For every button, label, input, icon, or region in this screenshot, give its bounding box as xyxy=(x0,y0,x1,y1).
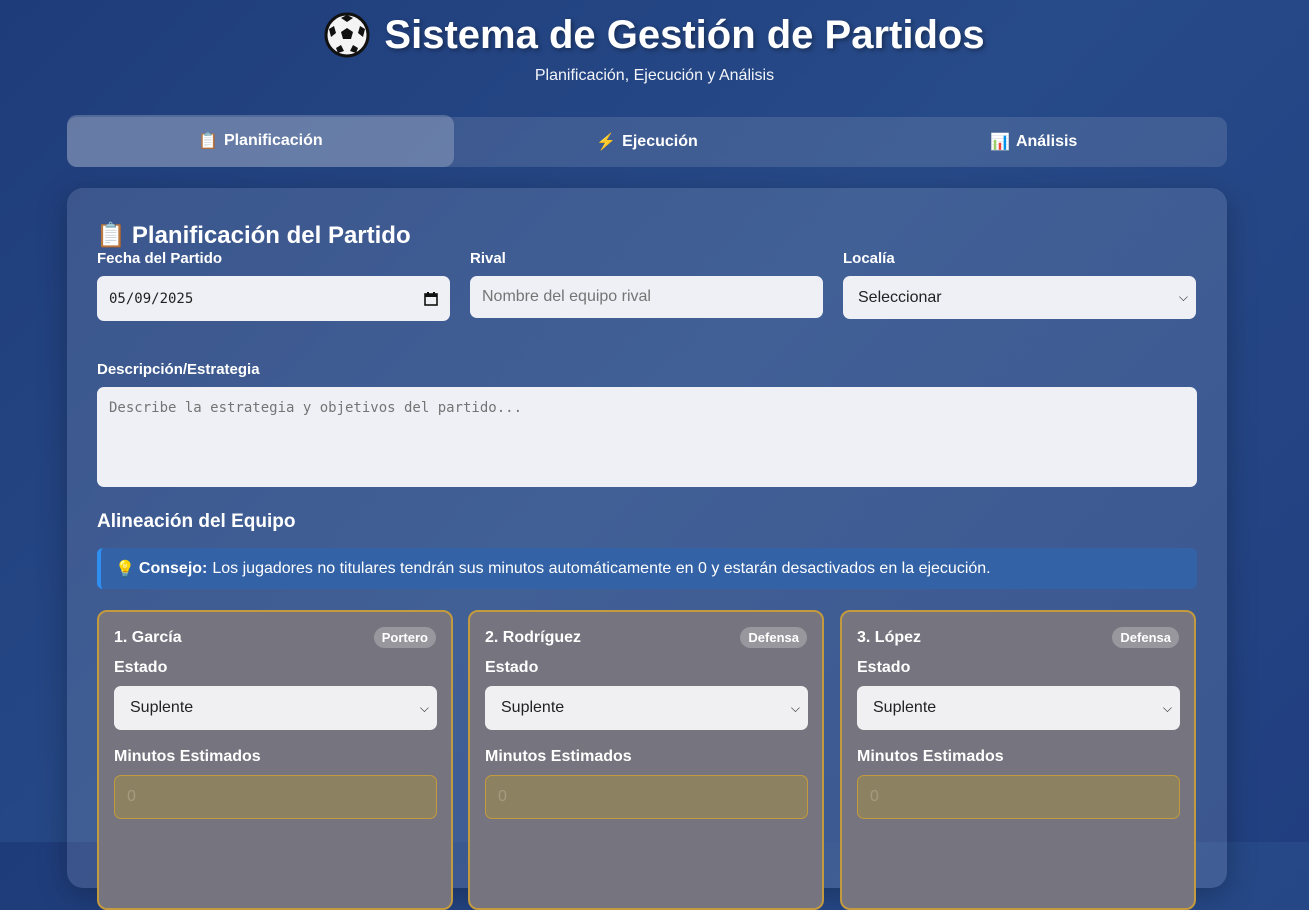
player-card: 3. López Defensa Estado Suplente ⌵ Minut… xyxy=(840,610,1196,910)
calendar-icon[interactable] xyxy=(424,291,438,306)
page-title: Sistema de Gestión de Partidos xyxy=(0,8,1309,62)
chevron-down-icon: ⌵ xyxy=(790,700,800,715)
date-input[interactable]: 05/09/2025 xyxy=(97,276,450,321)
planning-panel: 📋 Planificación del Partido Fecha del Pa… xyxy=(67,188,1227,910)
locality-value: Seleccionar xyxy=(858,288,942,306)
minutes-value: 0 xyxy=(870,788,879,805)
minutes-value: 0 xyxy=(127,788,136,805)
rival-input[interactable]: Nombre del equipo rival xyxy=(470,276,823,318)
panel-title-text: Planificación del Partido xyxy=(131,221,411,249)
date-value: 05/09/2025 xyxy=(109,290,194,307)
tip-banner: 💡 Consejo: Los jugadores no titulares te… xyxy=(97,548,1197,589)
player-name: 3. López xyxy=(857,629,922,646)
player-card: 1. García Portero Estado Suplente ⌵ Minu… xyxy=(97,610,453,910)
chevron-down-icon: ⌵ xyxy=(419,700,429,715)
chevron-down-icon: ⌵ xyxy=(1178,290,1188,304)
estado-label: Estado xyxy=(114,659,168,676)
clipboard-icon: 📋 xyxy=(198,133,218,150)
soccer-ball-icon xyxy=(324,12,370,58)
description-label: Descripción/Estrategia xyxy=(97,361,260,378)
tip-bold: Consejo: xyxy=(138,559,208,577)
player-name: 2. Rodríguez xyxy=(485,629,582,646)
chart-icon: 📊 xyxy=(990,134,1010,151)
estado-select[interactable]: Suplente ⌵ xyxy=(114,686,437,730)
player-card: 2. Rodríguez Defensa Estado Suplente ⌵ M… xyxy=(468,610,824,910)
player-name: 1. García xyxy=(114,629,182,646)
main-tabs: 📋 Planificación ⚡ Ejecución 📊 Análisis xyxy=(67,115,1227,167)
estado-value: Suplente xyxy=(873,699,937,716)
position-badge: Defensa xyxy=(740,627,807,648)
rival-placeholder: Nombre del equipo rival xyxy=(482,288,651,305)
minutes-value: 0 xyxy=(498,788,507,805)
tab-ejecucion[interactable]: ⚡ Ejecución xyxy=(454,117,841,167)
date-label: Fecha del Partido xyxy=(97,250,223,267)
minutes-label: Minutos Estimados xyxy=(485,748,632,765)
estado-select[interactable]: Suplente ⌵ xyxy=(485,686,808,730)
position-badge: Defensa xyxy=(1112,627,1179,648)
estado-select[interactable]: Suplente ⌵ xyxy=(857,686,1180,730)
lightning-icon: ⚡ xyxy=(596,134,617,151)
description-placeholder: Describe la estrategia y objetivos del p… xyxy=(109,400,523,416)
description-textarea[interactable]: Describe la estrategia y objetivos del p… xyxy=(97,387,1197,487)
minutes-input[interactable]: 0 xyxy=(485,775,808,819)
estado-label: Estado xyxy=(857,659,911,676)
tab-planificacion[interactable]: 📋 Planificación xyxy=(67,115,454,167)
panel-title: 📋 Planificación del Partido xyxy=(96,221,411,250)
title-text: Sistema de Gestión de Partidos xyxy=(384,13,985,57)
chevron-down-icon: ⌵ xyxy=(1162,700,1172,715)
page-subtitle: Planificación, Ejecución y Análisis xyxy=(534,67,775,84)
tab-label: Ejecución xyxy=(622,133,698,150)
estado-value: Suplente xyxy=(130,699,194,716)
rival-label: Rival xyxy=(470,250,506,267)
position-badge: Portero xyxy=(373,627,436,648)
locality-select[interactable]: Seleccionar ⌵ xyxy=(843,276,1196,319)
tab-analisis[interactable]: 📊 Análisis xyxy=(840,117,1227,167)
tab-label: Análisis xyxy=(1015,133,1078,150)
minutes-label: Minutos Estimados xyxy=(857,748,1004,765)
minutes-input[interactable]: 0 xyxy=(114,775,437,819)
tab-label: Planificación xyxy=(223,132,323,149)
lightbulb-icon: 💡 xyxy=(115,560,135,578)
locality-label: Localía xyxy=(843,250,895,267)
estado-label: Estado xyxy=(485,659,539,676)
lineup-title: Alineación del Equipo xyxy=(97,511,296,532)
clipboard-icon: 📋 xyxy=(96,222,126,249)
minutes-label: Minutos Estimados xyxy=(114,748,261,765)
estado-value: Suplente xyxy=(501,699,565,716)
tip-text: Los jugadores no titulares tendrán sus m… xyxy=(212,559,991,577)
minutes-input[interactable]: 0 xyxy=(857,775,1180,819)
